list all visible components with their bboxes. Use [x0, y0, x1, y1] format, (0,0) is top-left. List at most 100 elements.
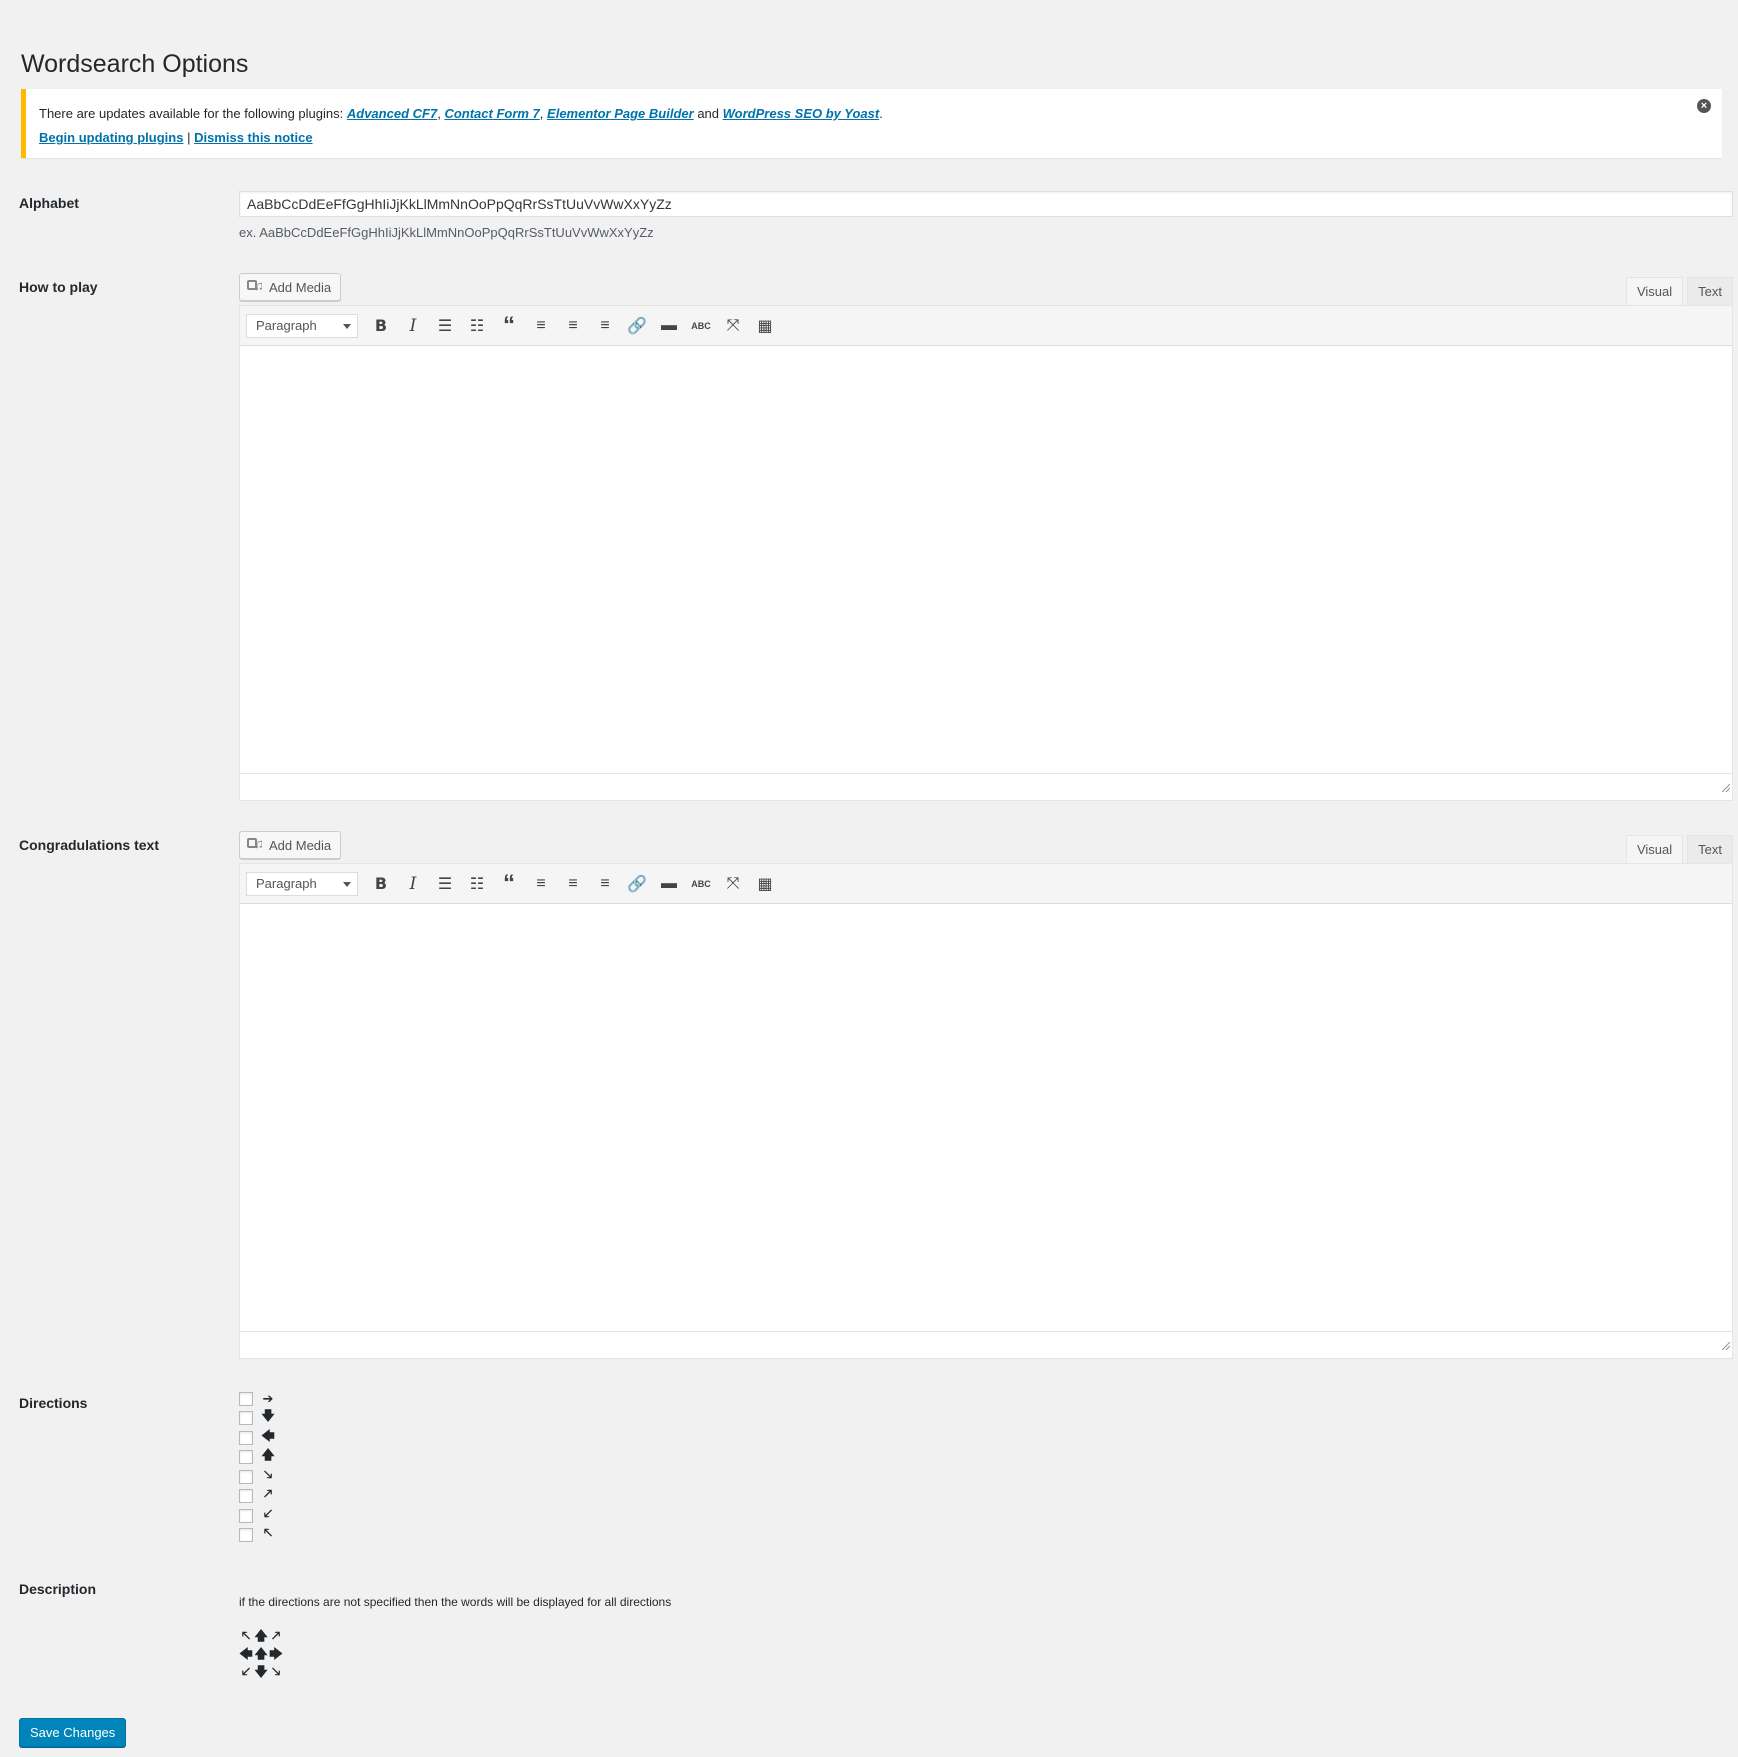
align-center-icon[interactable]: ≡ — [559, 870, 587, 898]
arrow-right-icon: 🡆 — [269, 1647, 283, 1662]
separator: . — [879, 106, 883, 121]
direction-checkbox[interactable] — [239, 1489, 253, 1503]
arrow-up-icon: 🡅 — [261, 1448, 275, 1463]
editor-frame: Paragraph B I ☰ ☷ “ ≡ ≡ ≡ 🔗 ▬ ABC ⤧ ▦ — [239, 863, 1733, 1359]
dismiss-notice-link[interactable]: Dismiss this notice — [194, 130, 312, 145]
plugin-link-yoast[interactable]: WordPress SEO by Yoast — [723, 106, 880, 121]
arrow-down-icon: 🡇 — [261, 1409, 275, 1424]
read-more-icon[interactable]: ▬ — [655, 312, 683, 340]
arrow-up-icon: 🡅 — [254, 1647, 268, 1662]
kitchen-sink-icon[interactable]: ▦ — [751, 312, 779, 340]
arrow-up-right-icon: 🡕 — [263, 1487, 273, 1502]
directions-diagram: 🡔 🡅 🡕 🡄 🡅 🡆 🡗 🡇 🡖 — [239, 1628, 283, 1682]
arrow-up-icon: 🡅 — [254, 1629, 268, 1644]
read-more-icon[interactable]: ▬ — [655, 870, 683, 898]
editor-toolbar: Paragraph B I ☰ ☷ “ ≡ ≡ ≡ 🔗 ▬ ABC ⤧ ▦ — [240, 864, 1732, 904]
editor-statusbar — [240, 1331, 1732, 1352]
direction-option-down: 🡇 — [239, 1409, 275, 1426]
italic-icon[interactable]: I — [399, 312, 427, 340]
align-right-icon[interactable]: ≡ — [591, 870, 619, 898]
plugin-link-elementor[interactable]: Elementor Page Builder — [547, 106, 694, 121]
direction-checkbox[interactable] — [239, 1450, 253, 1464]
kitchen-sink-icon[interactable]: ▦ — [751, 870, 779, 898]
editor-toolbar: Paragraph B I ☰ ☷ “ ≡ ≡ ≡ 🔗 ▬ ABC ⤧ ▦ — [240, 306, 1732, 346]
editor-tabs: Visual Text — [1622, 277, 1733, 305]
numbered-list-icon[interactable]: ☷ — [463, 312, 491, 340]
resize-handle[interactable] — [1722, 1342, 1730, 1350]
direction-checkbox[interactable] — [239, 1431, 253, 1445]
page-title: Wordsearch Options — [21, 50, 249, 78]
alphabet-input[interactable] — [239, 191, 1733, 217]
add-media-button[interactable]: Add Media — [239, 273, 342, 301]
arrow-down-right-icon: 🡖 — [271, 1665, 281, 1680]
arrow-up-left-icon: 🡔 — [263, 1526, 273, 1541]
media-icon — [247, 836, 264, 853]
begin-updating-link[interactable]: Begin updating plugins — [39, 130, 183, 145]
plugin-link-contact-form-7[interactable]: Contact Form 7 — [444, 106, 539, 121]
link-icon[interactable]: 🔗 — [623, 312, 651, 340]
arrow-down-left-icon: 🡗 — [241, 1665, 251, 1680]
bullet-list-icon[interactable]: ☰ — [431, 312, 459, 340]
direction-checkbox[interactable] — [239, 1411, 253, 1425]
alphabet-example: ex. AaBbCcDdEeFfGgHhIiJjKkLlMmNnOoPpQqRr… — [239, 225, 654, 240]
align-right-icon[interactable]: ≡ — [591, 312, 619, 340]
congrats-label: Congradulations text — [19, 837, 160, 853]
direction-option-left: 🡄 — [239, 1429, 275, 1446]
add-media-button[interactable]: Add Media — [239, 831, 342, 859]
arrow-down-icon: 🡇 — [254, 1665, 268, 1680]
direction-option-right: ➔ — [239, 1391, 275, 1407]
spellcheck-icon[interactable]: ABC — [687, 870, 715, 898]
tab-text[interactable]: Text — [1687, 277, 1733, 305]
blockquote-icon[interactable]: “ — [495, 870, 523, 898]
format-select[interactable]: Paragraph — [246, 313, 358, 338]
separator: , — [539, 106, 544, 121]
description-text: if the directions are not specified then… — [239, 1595, 672, 1609]
italic-icon[interactable]: I — [399, 870, 427, 898]
direction-checkbox[interactable] — [239, 1470, 253, 1484]
arrow-right-icon: ➔ — [262, 1391, 274, 1407]
align-left-icon[interactable]: ≡ — [527, 870, 555, 898]
separator: , — [437, 106, 441, 121]
bold-icon[interactable]: B — [367, 870, 395, 898]
arrow-up-right-icon: 🡕 — [271, 1629, 281, 1644]
directions-label: Directions — [19, 1395, 88, 1411]
fullscreen-icon[interactable]: ⤧ — [719, 870, 747, 898]
direction-checkbox[interactable] — [239, 1392, 253, 1406]
tab-text[interactable]: Text — [1687, 835, 1733, 863]
notice-line-2: Begin updating plugins | Dismiss this no… — [39, 130, 1722, 145]
direction-checkbox[interactable] — [239, 1509, 253, 1523]
format-select[interactable]: Paragraph — [246, 871, 358, 896]
link-divider: | — [187, 130, 191, 145]
editor-tabs: Visual Text — [1622, 835, 1733, 863]
fullscreen-icon[interactable]: ⤧ — [719, 312, 747, 340]
bullet-list-icon[interactable]: ☰ — [431, 870, 459, 898]
direction-checkbox[interactable] — [239, 1528, 253, 1542]
bold-icon[interactable]: B — [367, 312, 395, 340]
editor-content[interactable] — [240, 346, 1732, 773]
editor-content[interactable] — [240, 904, 1732, 1331]
tab-visual[interactable]: Visual — [1625, 835, 1684, 863]
blockquote-icon[interactable]: “ — [495, 312, 523, 340]
resize-handle[interactable] — [1722, 784, 1730, 792]
numbered-list-icon[interactable]: ☷ — [463, 870, 491, 898]
save-changes-button[interactable]: Save Changes — [19, 1718, 127, 1747]
align-left-icon[interactable]: ≡ — [527, 312, 555, 340]
notice-text: There are updates available for the foll… — [39, 106, 344, 121]
how-to-play-editor: Add Media Visual Text Paragraph B I ☰ ☷ … — [239, 273, 1733, 801]
direction-option-up: 🡅 — [239, 1448, 275, 1465]
arrow-left-icon: 🡄 — [239, 1647, 253, 1662]
add-media-label: Add Media — [269, 837, 332, 853]
alphabet-label: Alphabet — [19, 195, 79, 211]
direction-option-down-left: 🡗 — [239, 1507, 275, 1524]
spellcheck-icon[interactable]: ABC — [687, 312, 715, 340]
media-icon — [247, 278, 264, 295]
congrats-editor: Add Media Visual Text Paragraph B I ☰ ☷ … — [239, 831, 1733, 1359]
link-icon[interactable]: 🔗 — [623, 870, 651, 898]
notice-line-1: There are updates available for the foll… — [39, 106, 1722, 121]
dismiss-icon[interactable]: × — [1697, 99, 1711, 113]
direction-option-up-left: 🡔 — [239, 1526, 275, 1543]
direction-option-down-right: 🡖 — [239, 1468, 275, 1485]
align-center-icon[interactable]: ≡ — [559, 312, 587, 340]
tab-visual[interactable]: Visual — [1625, 277, 1684, 305]
plugin-link-advanced-cf7[interactable]: Advanced CF7 — [347, 106, 437, 121]
